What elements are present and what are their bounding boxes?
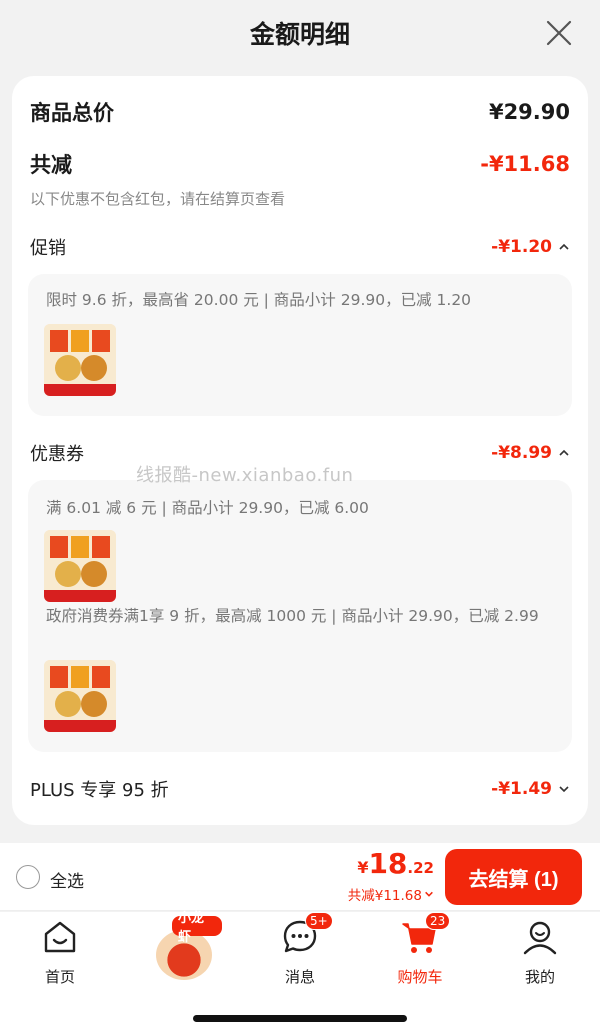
total-reduce-value: -¥11.68 [480, 152, 570, 176]
select-all-label[interactable]: 全选 [50, 867, 84, 892]
user-icon[interactable] [521, 918, 559, 956]
coupon-label: 优惠券 [30, 444, 84, 465]
coupon-detail-text: 满 6.01 减 6 元 | 商品小计 29.90，已减 6.00 [46, 499, 369, 517]
product-thumbnail [44, 660, 116, 732]
total-amount: ¥ 18 .22 [357, 847, 434, 880]
promotion-row[interactable]: 促销 -¥1.20 [30, 232, 570, 262]
chevron-down-icon[interactable] [558, 783, 570, 795]
home-icon[interactable] [41, 918, 79, 956]
cart-badge: 23 [425, 912, 451, 930]
total-price-value: ¥29.90 [488, 100, 570, 124]
promotion-value[interactable]: -¥1.20 [491, 237, 570, 257]
discount-summary[interactable]: 共减¥11.68 [348, 884, 434, 904]
coupon-value-text: -¥8.99 [491, 443, 552, 463]
coupon-detail-text: 政府消费券满1享 9 折，最高减 1000 元 | 商品小计 29.90，已减 … [46, 607, 539, 625]
product-image [44, 324, 116, 396]
messages-icon-wrap: 5+ [281, 912, 333, 956]
discount-note: 以下优惠不包含红包，请在结算页查看 [30, 190, 286, 208]
promotion-detail-box: 限时 9.6 折，最高省 20.00 元 | 商品小计 29.90，已减 1.2… [28, 274, 572, 416]
tab-messages-label: 消息 [284, 968, 315, 986]
product-image [44, 660, 116, 732]
total-price-label: 商品总价 [30, 101, 114, 125]
total-price-row: 商品总价 ¥29.90 [30, 96, 570, 128]
product-thumbnail [44, 530, 116, 602]
total-reduce-label: 共减 [30, 153, 72, 177]
home-indicator [193, 1015, 407, 1022]
tab-messages[interactable]: 5+ 消息 [255, 912, 345, 988]
checkout-button[interactable]: 去结算 (1) [445, 849, 582, 905]
select-all-radio[interactable] [16, 865, 40, 889]
discount-summary-text: 共减¥11.68 [347, 888, 422, 904]
sheet-title: 金额明细 [249, 20, 350, 49]
close-icon[interactable] [544, 18, 574, 48]
messages-badge: 5+ [305, 912, 333, 930]
plus-discount-value[interactable]: -¥1.49 [491, 779, 570, 799]
total-currency: ¥ [357, 858, 369, 877]
tab-mine[interactable]: 我的 [495, 918, 585, 988]
plus-discount-value-text: -¥1.49 [491, 779, 552, 799]
tab-promo[interactable]: 小龙虾 [150, 911, 222, 980]
cart-icon-wrap: 23 [401, 912, 451, 956]
total-integer: 18 [368, 847, 408, 880]
promotion-detail-text: 限时 9.6 折，最高省 20.00 元 | 商品小计 29.90，已减 1.2… [46, 291, 472, 309]
tab-mine-label: 我的 [524, 968, 555, 986]
product-image [44, 530, 116, 602]
promotion-value-text: -¥1.20 [491, 237, 552, 257]
close-button[interactable] [544, 18, 574, 48]
tab-home[interactable]: 首页 [15, 918, 105, 988]
promo-badge: 小龙虾 [172, 911, 222, 945]
plus-discount-label: PLUS 专享 95 折 [30, 780, 169, 801]
total-reduce-row: 共减 -¥11.68 [30, 148, 570, 180]
product-thumbnail [44, 324, 116, 396]
coupon-detail-box: 满 6.01 减 6 元 | 商品小计 29.90，已减 6.00 政府消费券满… [28, 480, 572, 752]
sheet-header: 金额明细 [0, 0, 600, 66]
plus-discount-row[interactable]: PLUS 专享 95 折 -¥1.49 [30, 774, 570, 804]
promotion-label: 促销 [30, 238, 66, 259]
amount-detail-card: 商品总价 ¥29.90 共减 -¥11.68 以下优惠不包含红包，请在结算页查看… [12, 76, 588, 825]
chevron-up-icon[interactable] [558, 241, 570, 253]
chevron-down-icon[interactable] [424, 889, 434, 899]
checkout-bar: 全选 ¥ 18 .22 共减¥11.68 去结算 (1) [0, 843, 600, 911]
tab-home-label: 首页 [44, 968, 75, 986]
watermark: 线报酷-new.xianbao.fun [136, 465, 354, 486]
chevron-up-icon[interactable] [558, 447, 570, 459]
coupon-value[interactable]: -¥8.99 [491, 443, 570, 463]
tab-cart[interactable]: 23 购物车 [375, 912, 465, 988]
total-decimal: .22 [407, 859, 434, 877]
tab-cart-label: 购物车 [397, 968, 443, 986]
